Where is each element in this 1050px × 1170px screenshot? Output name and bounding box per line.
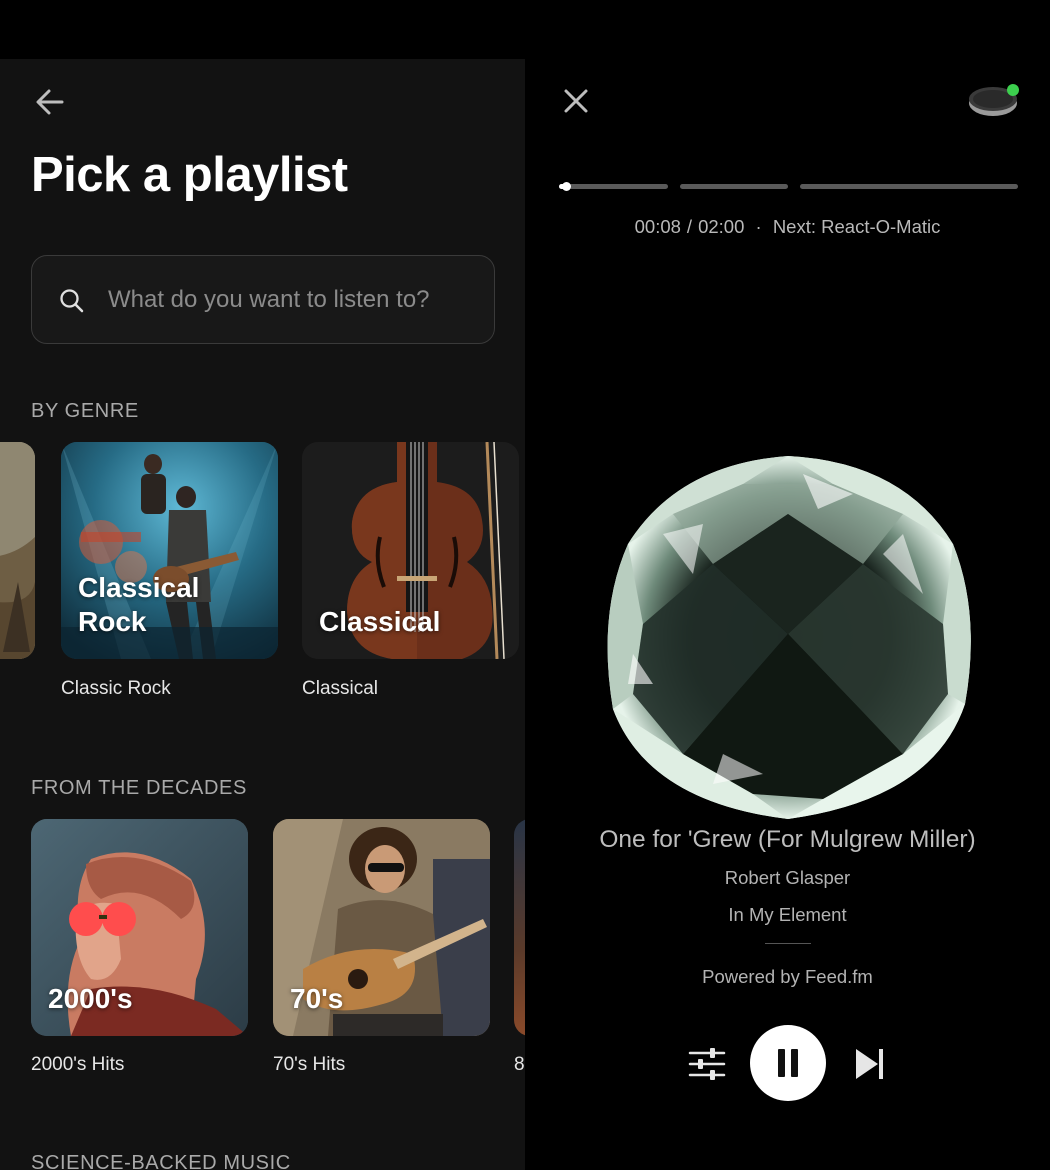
playlist-card-classical[interactable]: Classical <box>302 442 519 659</box>
pause-icon <box>778 1049 785 1077</box>
album-name: In My Element <box>728 904 847 925</box>
speaker-device-icon[interactable] <box>967 81 1023 121</box>
card-caption: 8 <box>514 1054 525 1075</box>
playlist-card-70s[interactable]: 70's <box>273 819 490 1036</box>
section-heading-genre: BY GENRE <box>31 400 139 422</box>
playlist-card-partial-right[interactable] <box>514 819 525 1036</box>
progress-segment-later <box>800 184 1018 189</box>
equalizer-sliders-icon[interactable] <box>688 1047 726 1081</box>
card-overlay-title: 70's <box>290 983 344 1014</box>
card-overlay-title: Classical <box>319 606 441 637</box>
card-overlay-title: 2000's <box>48 983 133 1014</box>
section-heading-science: SCIENCE-BACKED MUSIC <box>31 1152 291 1170</box>
time-and-next-info: 00:08/02:00 · Next: React-O-Matic <box>525 216 1050 238</box>
card-caption: 70's Hits <box>273 1054 346 1075</box>
pause-button[interactable] <box>750 1025 826 1101</box>
card-overlay-title: Classical Rock <box>78 571 199 639</box>
page-title: Pick a playlist <box>31 148 348 202</box>
search-icon <box>60 289 84 313</box>
card-overlay-line-1: Classical <box>78 572 200 603</box>
album-artwork-diamond <box>607 456 971 819</box>
time-separator: / <box>686 216 693 237</box>
card-caption: 2000's Hits <box>31 1054 125 1075</box>
landscape-artwork <box>0 442 35 659</box>
next-track-label: Next: React-O-Matic <box>772 216 941 237</box>
progress-segment-current[interactable] <box>559 182 668 191</box>
device-status-dot <box>1007 84 1019 96</box>
now-playing-panel: 00:08/02:00 · Next: React-O-Matic One fo… <box>525 59 1050 1170</box>
progress-knob[interactable] <box>562 182 572 191</box>
card-caption: Classical <box>302 678 379 699</box>
dot-separator: · <box>755 216 762 237</box>
song-title: One for 'Grew (For Mulgrew Miller) <box>599 826 976 853</box>
search-box[interactable] <box>31 255 495 344</box>
artist-name: Robert Glasper <box>724 867 851 888</box>
close-icon[interactable] <box>561 86 591 116</box>
skip-next-icon[interactable] <box>854 1047 886 1081</box>
playlist-card-partial[interactable] <box>0 442 35 659</box>
search-input[interactable] <box>108 276 478 324</box>
playlist-picker-panel: Pick a playlist BY GENRE <box>0 59 525 1170</box>
powered-by-text: Powered by Feed.fm <box>702 966 873 987</box>
status-bar <box>0 0 1050 59</box>
arrow-left-icon[interactable] <box>32 86 68 118</box>
section-heading-decades: FROM THE DECADES <box>31 777 247 799</box>
divider <box>765 943 811 944</box>
playlist-card-classic-rock[interactable]: Classical Rock <box>61 442 278 659</box>
pause-icon-bar <box>791 1049 798 1077</box>
total-time: 02:00 <box>698 216 745 237</box>
card-overlay-line-2: Rock <box>78 606 147 637</box>
elapsed-time: 00:08 <box>634 216 681 237</box>
progress-segment-next <box>680 184 788 189</box>
card-caption: Classic Rock <box>61 678 171 699</box>
playlist-card-2000s[interactable]: 2000's <box>31 819 248 1036</box>
